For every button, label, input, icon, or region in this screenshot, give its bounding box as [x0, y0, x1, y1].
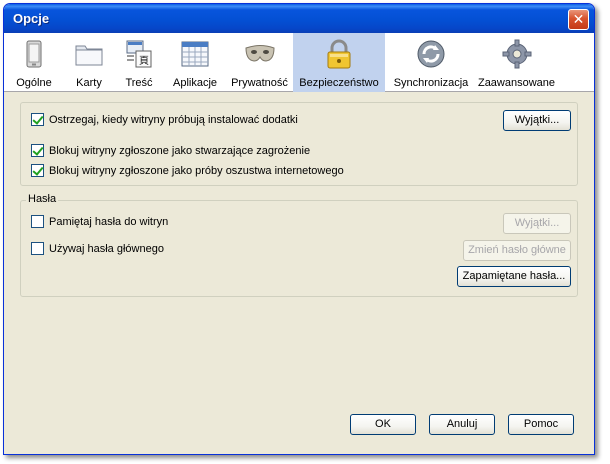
- tab-applications[interactable]: Aplikacje: [164, 33, 226, 92]
- tab-tabs[interactable]: Karty: [64, 33, 114, 92]
- block-threat-checkbox[interactable]: [31, 144, 44, 157]
- tab-label: Synchronizacja: [393, 77, 469, 89]
- category-toolbar: Ogólne Karty 頁 Treść Aplikacje Prywatnoś…: [4, 33, 594, 92]
- security-panel: Ostrzegaj, kiedy witryny próbują instalo…: [4, 92, 594, 454]
- tab-sync[interactable]: Synchronizacja: [385, 33, 477, 92]
- close-icon: ✕: [572, 11, 585, 27]
- tab-label: Bezpieczeństwo: [299, 77, 379, 89]
- folder-tabs-icon: [75, 45, 103, 66]
- tab-label: Ogólne: [16, 77, 52, 89]
- block-fraud-checkbox[interactable]: [31, 164, 44, 177]
- title-bar[interactable]: Opcje ✕: [4, 4, 594, 33]
- block-fraud-row[interactable]: Blokuj witryny zgłoszone jako próby oszu…: [31, 164, 344, 177]
- sync-icon: [417, 40, 445, 68]
- calendar-grid-icon: [181, 41, 209, 67]
- mask-icon: [244, 45, 275, 62]
- tab-label: Zaawansowane: [477, 77, 556, 89]
- ok-button[interactable]: OK: [350, 414, 416, 435]
- options-dialog: Opcje ✕ Ogólne Karty 頁 Treść Aplikacje P…: [3, 3, 595, 455]
- block-threat-label: Blokuj witryny zgłoszone jako stwarzając…: [49, 144, 311, 157]
- block-threat-row[interactable]: Blokuj witryny zgłoszone jako stwarzając…: [31, 144, 310, 157]
- passwords-legend: Hasła: [26, 193, 59, 205]
- tab-label: Karty: [76, 77, 102, 89]
- remember-passwords-row[interactable]: Pamiętaj hasła do witryn: [31, 215, 168, 228]
- help-button[interactable]: Pomoc: [508, 414, 574, 435]
- remember-passwords-checkbox[interactable]: [31, 215, 44, 228]
- tab-advanced[interactable]: Zaawansowane: [477, 33, 556, 92]
- remember-passwords-label: Pamiętaj hasła do witryn: [49, 215, 169, 228]
- phone-icon: [26, 40, 42, 68]
- block-fraud-label: Blokuj witryny zgłoszone jako próby oszu…: [49, 164, 344, 177]
- close-button[interactable]: ✕: [568, 9, 589, 30]
- svg-text:頁: 頁: [139, 55, 149, 67]
- change-master-password-button[interactable]: Zmień hasło główne: [463, 240, 571, 261]
- addons-warning-checkbox[interactable]: [31, 113, 44, 126]
- tab-label: Treść: [125, 77, 153, 89]
- master-password-label: Używaj hasła głównego: [49, 242, 164, 255]
- padlock-icon: [327, 39, 351, 69]
- security-group: Ostrzegaj, kiedy witryny próbują instalo…: [20, 102, 578, 186]
- tab-security[interactable]: Bezpieczeństwo: [293, 33, 385, 92]
- window-title: Opcje: [13, 11, 50, 26]
- password-exceptions-button[interactable]: Wyjątki...: [503, 213, 571, 234]
- gear-icon: [502, 39, 531, 69]
- tab-label: Prywatność: [231, 77, 288, 89]
- saved-passwords-button[interactable]: Zapamiętane hasła...: [457, 266, 571, 287]
- cancel-button[interactable]: Anuluj: [429, 414, 495, 435]
- document-text-icon: 頁: [126, 40, 152, 68]
- master-password-checkbox[interactable]: [31, 242, 44, 255]
- addons-warning-label: Ostrzegaj, kiedy witryny próbują instalo…: [49, 113, 298, 126]
- tab-label: Aplikacje: [172, 77, 218, 89]
- addons-exceptions-button[interactable]: Wyjątki...: [503, 110, 571, 131]
- addons-warning-row[interactable]: Ostrzegaj, kiedy witryny próbują instalo…: [31, 113, 298, 126]
- tab-privacy[interactable]: Prywatność: [226, 33, 293, 92]
- master-password-row[interactable]: Używaj hasła głównego: [31, 242, 164, 255]
- tab-general[interactable]: Ogólne: [4, 33, 64, 92]
- tab-content[interactable]: 頁 Treść: [114, 33, 164, 92]
- passwords-group: Hasła Pamiętaj hasła do witryn Wyjątki..…: [20, 193, 578, 297]
